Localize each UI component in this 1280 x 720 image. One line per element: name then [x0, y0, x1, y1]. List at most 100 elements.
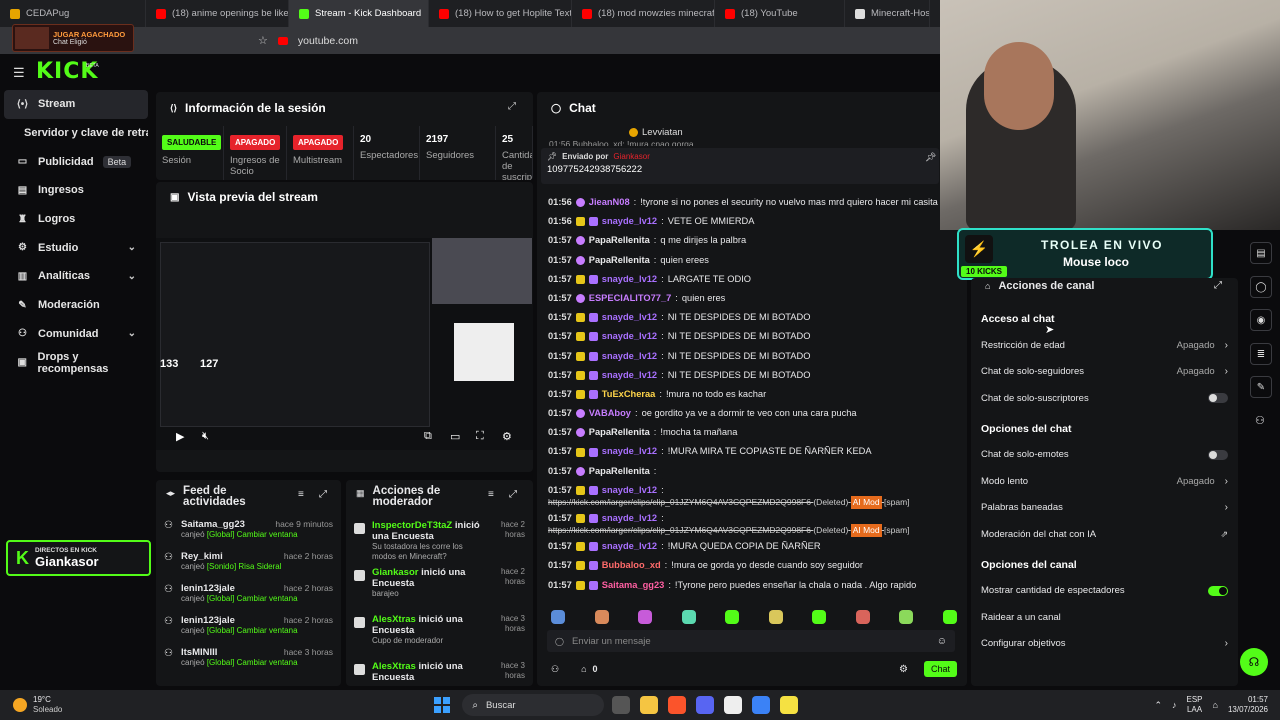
mod-user[interactable]: InspectorDeT3taZ: [372, 520, 452, 531]
channel-action-row[interactable]: Palabras baneadas ›: [971, 495, 1238, 522]
mod-user[interactable]: AlesXtras: [372, 614, 416, 625]
external-link-icon[interactable]: ⇗: [1220, 529, 1228, 540]
sidebar-item[interactable]: ▥ Analíticas ⌄: [4, 262, 148, 291]
sidebar-item[interactable]: ▭ Publicidad Beta: [4, 147, 148, 176]
mic-icon[interactable]: ♪: [1172, 700, 1177, 710]
chevron-right-icon[interactable]: ›: [1225, 502, 1228, 513]
toggle-switch[interactable]: [1208, 393, 1228, 404]
right-wrench-icon[interactable]: ✎: [1250, 376, 1272, 398]
start-icon[interactable]: [434, 697, 451, 713]
app-icon[interactable]: [752, 696, 771, 714]
chat-user[interactable]: PapaRellenita: [589, 462, 650, 481]
chat-user[interactable]: PapaRellenita: [589, 251, 650, 270]
right-list-icon[interactable]: ≣: [1250, 343, 1272, 365]
users-icon[interactable]: ⚇: [551, 664, 559, 675]
gift-icon[interactable]: ⌂: [581, 664, 586, 674]
chat-user[interactable]: snayde_lv12: [602, 308, 657, 327]
sidebar-item[interactable]: Servidor y clave de retransmisión: [4, 119, 148, 148]
emote-icon[interactable]: [725, 610, 740, 624]
chat-user[interactable]: TuExCheraa: [602, 385, 656, 404]
chevron-right-icon[interactable]: ›: [1225, 366, 1228, 377]
chat-user[interactable]: snayde_lv12: [602, 347, 657, 366]
toggle-switch[interactable]: [1208, 449, 1228, 460]
theatre-icon[interactable]: ▭: [450, 430, 460, 443]
unpin-icon[interactable]: 📌︎: [925, 152, 936, 163]
stream-video[interactable]: 133 127 ▶ 🔇︎ ⧉ ▭ ⛶ ⚙: [156, 238, 533, 450]
channel-action-row[interactable]: Mostrar cantidad de espectadores: [971, 578, 1238, 605]
chat-user[interactable]: snayde_lv12: [602, 270, 657, 289]
mute-icon[interactable]: 🔇︎: [202, 430, 209, 443]
emote-icon[interactable]: [768, 610, 783, 624]
weather[interactable]: 19°C Soleado: [33, 695, 62, 715]
channel-action-row[interactable]: Configurar objetivos ›: [971, 631, 1238, 658]
clock[interactable]: 01:57 13/07/2026: [1228, 695, 1268, 715]
play-icon[interactable]: ▶: [176, 430, 184, 443]
sidebar-item[interactable]: ⚇ Comunidad ⌄: [4, 320, 148, 349]
help-headset-icon[interactable]: ☊: [1240, 648, 1268, 676]
pip-icon[interactable]: ⧉: [424, 430, 432, 443]
brave-icon[interactable]: [668, 696, 687, 714]
address-bar[interactable]: ☆ youtube.com: [0, 27, 940, 54]
chat-user[interactable]: snayde_lv12: [602, 442, 657, 461]
url-text[interactable]: youtube.com: [298, 35, 358, 47]
fullscreen-icon[interactable]: ⛶: [476, 430, 484, 443]
sidebar-item[interactable]: ⚙ Estudio ⌄: [4, 233, 148, 262]
discord-icon[interactable]: [696, 696, 715, 714]
chat-user[interactable]: snayde_lv12: [602, 537, 657, 556]
explorer-icon[interactable]: [640, 696, 659, 714]
bookmark-icon[interactable]: ☆: [258, 34, 268, 47]
chevron-right-icon[interactable]: ›: [1225, 340, 1228, 351]
channel-action-row[interactable]: Restricción de edad Apagado ›: [971, 332, 1238, 359]
emote-icon[interactable]: [681, 610, 696, 624]
send-chat-button[interactable]: Chat: [923, 661, 957, 677]
taskview-icon[interactable]: [612, 696, 631, 714]
channel-action-row[interactable]: Modo lento Apagado ›: [971, 468, 1238, 495]
chat-input[interactable]: ◯ Enviar un mensaje ☺: [547, 630, 955, 652]
tray-chevron-icon[interactable]: ⌃: [1154, 700, 1162, 711]
emote-icon[interactable]: [594, 610, 609, 624]
deleted-link[interactable]: https://kick.com/iarger/clips/clip_01JZY…: [548, 497, 811, 507]
chat-settings-icon[interactable]: ⚙: [899, 664, 908, 675]
browser-tab[interactable]: (18) mod mowzies minecraft 1: [572, 0, 715, 27]
feed-user[interactable]: ItsMINIII: [181, 647, 217, 658]
feed-user[interactable]: Rey_kimi: [181, 551, 223, 562]
filter-icon[interactable]: ≡: [298, 489, 304, 500]
capcut-icon[interactable]: [724, 696, 743, 714]
sidebar-item[interactable]: ▣ Drops y recompensas: [4, 348, 148, 377]
emote-icon[interactable]: [899, 610, 914, 624]
feed-user[interactable]: Saitama_gg23: [181, 519, 245, 530]
chevron-down-icon[interactable]: ⌄: [128, 328, 136, 339]
channel-action-row[interactable]: Chat de solo-emotes: [971, 442, 1238, 469]
emote-icon[interactable]: [812, 610, 827, 624]
mod-expand-icon[interactable]: ⤢: [509, 489, 517, 500]
chevron-right-icon[interactable]: ›: [1225, 638, 1228, 649]
browser-tab[interactable]: (18) How to get Hoplite Textur: [429, 0, 572, 27]
emote-icon[interactable]: [855, 610, 870, 624]
emote-icon[interactable]: [942, 610, 957, 624]
mod-user[interactable]: AlesXtras: [372, 661, 416, 672]
emote-icon[interactable]: [638, 610, 653, 624]
menu-icon[interactable]: ☰: [13, 65, 25, 81]
feed-expand-icon[interactable]: ⤢: [319, 489, 327, 500]
chat-user[interactable]: ESPECIALITO77_7: [589, 289, 672, 308]
channel-action-row[interactable]: Chat de solo-seguidores Apagado ›: [971, 359, 1238, 386]
deleted-link[interactable]: https://kick.com/iarger/clips/clip_01JZY…: [548, 525, 811, 535]
chevron-down-icon[interactable]: ⌄: [128, 242, 136, 253]
language-indicator[interactable]: ESP LAA: [1187, 695, 1203, 715]
feed-user[interactable]: lenin123jale: [181, 615, 235, 626]
browser-tab[interactable]: Minecraft-Hostin: [845, 0, 930, 27]
mod-user[interactable]: Giankasor: [372, 567, 418, 578]
browser-tab[interactable]: CEDAPug: [0, 0, 146, 27]
chat-user[interactable]: snayde_lv12: [602, 212, 657, 231]
browser-tab[interactable]: Stream - Kick Dashboard✕: [289, 0, 429, 27]
channel-action-row[interactable]: Moderación del chat con IA ⇗: [971, 521, 1238, 548]
channel-expand-icon[interactable]: ⤢: [1214, 280, 1222, 291]
chat-user[interactable]: Saitama_gg23: [602, 576, 665, 595]
network-icon[interactable]: ⌂: [1213, 700, 1218, 710]
toggle-switch[interactable]: [1208, 585, 1228, 596]
chat-user[interactable]: snayde_lv12: [602, 366, 657, 385]
chat-user[interactable]: snayde_lv12: [602, 327, 657, 346]
emoji-icon[interactable]: ☺: [937, 636, 947, 647]
emote-icon[interactable]: [551, 610, 565, 624]
settings-gear-icon[interactable]: ⚙: [502, 430, 512, 443]
